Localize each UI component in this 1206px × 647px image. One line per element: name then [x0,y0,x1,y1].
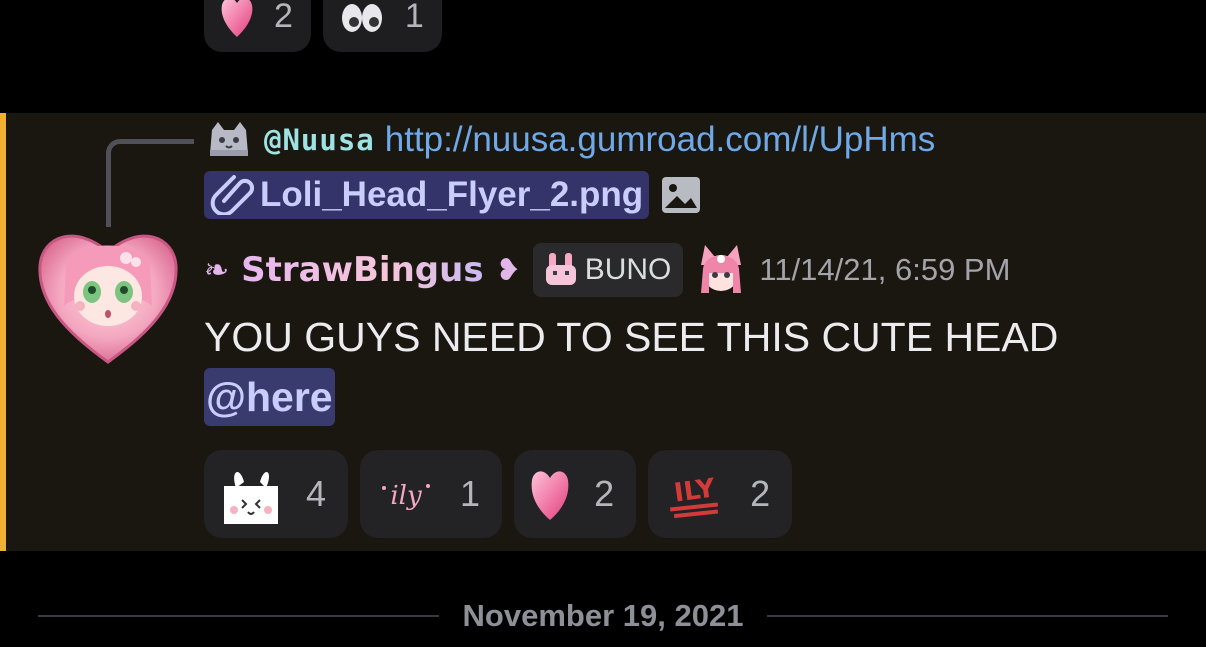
eyes-icon [341,4,382,32]
attachment-name: Loli_Head_Flyer_2.png [260,175,644,214]
divider-line [767,615,1168,617]
pink-heart-icon [531,471,569,520]
reply-link[interactable]: http://nuusa.gumroad.com/l/UpHms [385,120,936,160]
reaction-pink-heart[interactable]: 2 [204,0,311,52]
reply-attachment-row: Loli_Head_Flyer_2.png [204,171,701,219]
previous-reactions: 2 1 [204,0,442,52]
ily-red-icon: ILY [670,473,718,519]
reaction-pink-heart[interactable]: 2 [514,450,637,538]
decoration-right: ❥ [495,252,521,288]
message-text: YOU GUYS NEED TO SEE THIS CUTE HEAD [204,314,1059,360]
image-icon [662,177,701,213]
reaction-bunny[interactable]: 4 [204,450,349,538]
reaction-count: 2 [594,473,615,514]
reaction-count: 2 [274,0,293,35]
server-tag[interactable]: BUNO [532,243,684,297]
message-header: ❧ StrawBingus ❥ BUNO 11/14/21, 6:59 PM [204,240,1010,300]
paperclip-icon [210,175,254,215]
reaction-ily-red[interactable]: ILY 2 [648,450,793,538]
reaction-count: 1 [460,473,481,514]
attachment-chip[interactable]: Loli_Head_Flyer_2.png [204,171,650,219]
reaction-count: 1 [404,0,424,35]
username[interactable]: StrawBingus [241,250,483,290]
reaction-eyes[interactable]: 1 [322,0,442,52]
date-divider: November 19, 2021 [38,598,1168,634]
pink-heart-icon [221,0,253,37]
divider-date: November 19, 2021 [462,598,744,633]
divider-line [38,615,439,617]
reaction-count: 4 [306,473,327,514]
reaction-ily[interactable]: ily 1 [360,450,503,538]
bunny-tag-icon [545,253,576,285]
ily-icon: ily [382,481,431,511]
heart-avatar-image [38,234,178,364]
timestamp: 11/14/21, 6:59 PM [759,252,1011,287]
reaction-count: 2 [750,473,771,514]
reply-preview[interactable]: @Nuusa http://nuusa.gumroad.com/l/UpHms [204,120,935,160]
tag-label: BUNO [584,253,672,286]
message-content: YOU GUYS NEED TO SEE THIS CUTE HEAD @her… [204,308,1058,426]
decoration-left: ❧ [204,252,230,288]
cat-avatar-icon [210,122,248,156]
message-reactions: 4 ily 1 2 ILY 2 [204,450,793,538]
reply-author[interactable]: @Nuusa [264,123,375,157]
svg-text:ily: ily [390,481,422,511]
bunny-icon [224,471,278,524]
catgirl-badge-icon [701,245,742,293]
mention-here[interactable]: @here [204,368,335,426]
user-avatar[interactable] [36,222,180,366]
reply-connector [106,139,194,227]
